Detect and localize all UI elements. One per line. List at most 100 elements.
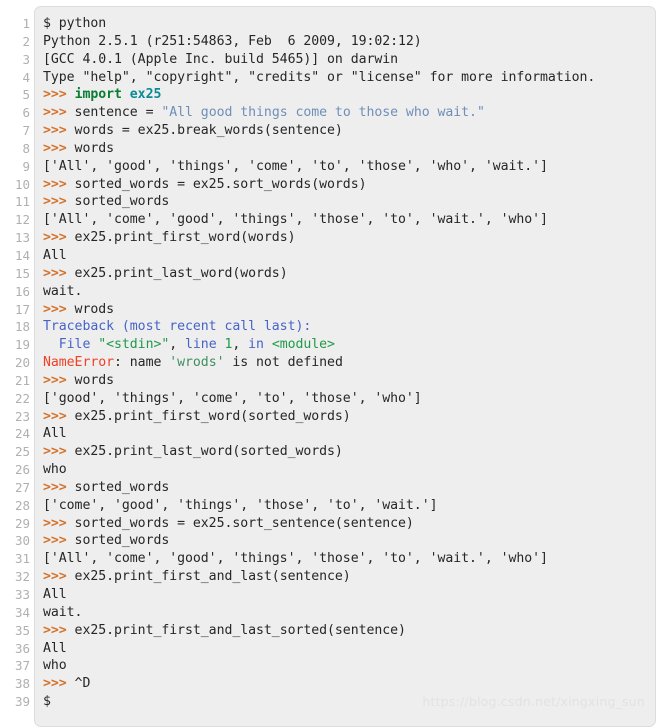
- code-line[interactable]: All: [43, 247, 655, 265]
- code-token-plain: $ python: [43, 16, 107, 31]
- line-number: 28: [14, 497, 30, 513]
- code-line[interactable]: >>> sorted_words = ex25.sort_sentence(se…: [43, 515, 655, 533]
- code-line[interactable]: ['All', 'good', 'things', 'come', 'to', …: [43, 158, 655, 176]
- code-line[interactable]: >>> ex25.print_first_word(sorted_words): [43, 408, 655, 426]
- code-token-name: ex25: [129, 87, 162, 103]
- code-line[interactable]: who: [43, 461, 655, 479]
- code-token-plain: ex25.print_last_word(words): [66, 265, 288, 281]
- line-number: 11: [14, 194, 30, 210]
- code-line[interactable]: Python 2.5.1 (r251:54863, Feb 6 2009, 19…: [43, 33, 655, 51]
- code-lines-container[interactable]: $ python Python 2.5.1 (r251:54863, Feb 6 …: [43, 15, 655, 711]
- code-token-errgreen: 'wrods': [169, 355, 225, 371]
- code-token-plain: ex25.print_first_and_last(sentence): [66, 569, 351, 585]
- code-token-tbgreen: "<stdin>": [98, 337, 170, 353]
- code-token-plain: ,: [232, 337, 249, 353]
- code-token-plain: All: [43, 426, 67, 442]
- code-line[interactable]: wait.: [43, 283, 655, 301]
- line-number: 4: [22, 69, 30, 85]
- line-number: 20: [14, 355, 30, 371]
- line-number: 1: [22, 16, 30, 31]
- line-number-gutter: 1 2 3 4 5 6 7 8 9 10 11 12 13 14 15 16 17 18 19 20 21 22 23 24 2…: [0, 6, 34, 727]
- code-line[interactable]: All: [43, 425, 655, 443]
- code-line[interactable]: >>> sorted_words: [43, 532, 655, 550]
- code-token-plain: All: [43, 640, 67, 656]
- code-token-plain: ex25.print_first_word(words): [66, 230, 296, 246]
- code-line[interactable]: wait.: [43, 604, 655, 622]
- line-number: 22: [14, 390, 30, 406]
- code-token-plain: sorted_words: [66, 194, 170, 210]
- code-line[interactable]: >>> ex25.print_first_and_last(sentence): [43, 568, 655, 586]
- code-token-prompt: >>>: [43, 176, 67, 192]
- code-line[interactable]: >>> sentence = "All good things come to …: [43, 104, 655, 122]
- line-number: 5: [22, 87, 30, 103]
- code-line[interactable]: Traceback (most recent call last):: [43, 318, 655, 336]
- code-token-plain: $: [43, 694, 51, 710]
- code-token-prompt: >>>: [43, 301, 67, 317]
- code-line[interactable]: >>> ex25.print_last_word(words): [43, 265, 655, 283]
- code-line[interactable]: >>> ex25.print_first_word(words): [43, 229, 655, 247]
- code-line[interactable]: NameError: name 'wrods' is not defined: [43, 354, 655, 372]
- code-token-tbblue: line: [185, 337, 225, 353]
- code-token-tbblue: File: [58, 337, 99, 353]
- code-token-prompt: >>>: [43, 479, 67, 495]
- code-token-plain: [GCC 4.0.1 (Apple Inc. build 5465)] on d…: [43, 51, 399, 67]
- code-line[interactable]: >>> ^D: [43, 675, 655, 693]
- code-line[interactable]: ['good', 'things', 'come', 'to', 'those'…: [43, 390, 655, 408]
- code-line[interactable]: ['come', 'good', 'things', 'those', 'to'…: [43, 497, 655, 515]
- code-token-plain: words: [66, 372, 115, 388]
- code-line[interactable]: ['All', 'come', 'good', 'things', 'those…: [43, 550, 655, 568]
- line-number: 9: [22, 158, 30, 174]
- code-token-plain: sorted_words = ex25.sort_sentence(senten…: [66, 515, 414, 531]
- code-token-plain: Python 2.5.1 (r251:54863, Feb 6 2009, 19…: [43, 33, 422, 49]
- code-line[interactable]: Type "help", "copyright", "credits" or "…: [43, 69, 655, 87]
- code-token-error: NameError: [43, 355, 115, 371]
- code-token-prompt: >>>: [43, 140, 67, 156]
- code-token-prompt: >>>: [43, 87, 67, 103]
- code-line[interactable]: >>> sorted_words: [43, 479, 655, 497]
- line-number: 23: [14, 408, 30, 424]
- line-number: 7: [22, 123, 30, 139]
- code-token-plain: ,: [169, 337, 186, 353]
- line-number: 13: [14, 230, 30, 246]
- code-token-plain: ['good', 'things', 'come', 'to', 'those'…: [43, 390, 422, 406]
- line-number: 15: [14, 265, 30, 281]
- code-line[interactable]: >>> ex25.print_first_and_last_sorted(sen…: [43, 622, 655, 640]
- line-number: 10: [14, 176, 30, 192]
- line-number: 36: [14, 640, 30, 656]
- code-token-plain: wait.: [43, 604, 83, 620]
- code-line[interactable]: >>> words = ex25.break_words(sentence): [43, 122, 655, 140]
- code-token-plain: wrods: [66, 301, 115, 317]
- code-line[interactable]: >>> sorted_words = ex25.sort_words(words…: [43, 176, 655, 194]
- line-number: 3: [22, 51, 30, 67]
- code-line[interactable]: $: [43, 693, 655, 711]
- code-line[interactable]: >>> words: [43, 372, 655, 390]
- line-number: 19: [14, 337, 30, 353]
- code-line[interactable]: who: [43, 657, 655, 675]
- code-line[interactable]: [GCC 4.0.1 (Apple Inc. build 5465)] on d…: [43, 51, 655, 69]
- code-token-plain: : name: [114, 355, 170, 371]
- line-number: 38: [14, 676, 30, 692]
- code-line[interactable]: All: [43, 586, 655, 604]
- code-token-plain: sorted_words: [66, 479, 170, 495]
- code-token-plain: ex25.print_last_word(sorted_words): [66, 444, 343, 460]
- code-token-plain: ['All', 'come', 'good', 'things', 'those…: [43, 551, 548, 567]
- code-token-plain: sorted_words = ex25.sort_words(words): [66, 176, 367, 192]
- code-line[interactable]: File "<stdin>", line 1, in <module>: [43, 336, 655, 354]
- code-block-panel[interactable]: $ python Python 2.5.1 (r251:54863, Feb 6 …: [34, 6, 656, 727]
- code-line[interactable]: >>> import ex25: [43, 86, 655, 104]
- code-token-prompt: >>>: [43, 622, 67, 638]
- line-number: 12: [14, 212, 30, 228]
- code-token-prompt: >>>: [43, 444, 67, 460]
- line-number: 31: [14, 551, 30, 567]
- code-line[interactable]: >>> sorted_words: [43, 193, 655, 211]
- code-line[interactable]: ['All', 'come', 'good', 'things', 'those…: [43, 211, 655, 229]
- code-line[interactable]: All: [43, 640, 655, 658]
- code-token-plain: All: [43, 247, 67, 263]
- code-line[interactable]: >>> wrods: [43, 301, 655, 319]
- code-line[interactable]: $ python: [43, 15, 655, 33]
- line-number: 34: [14, 604, 30, 620]
- line-number: 29: [14, 515, 30, 531]
- code-line[interactable]: >>> ex25.print_last_word(sorted_words): [43, 443, 655, 461]
- code-line[interactable]: >>> words: [43, 140, 655, 158]
